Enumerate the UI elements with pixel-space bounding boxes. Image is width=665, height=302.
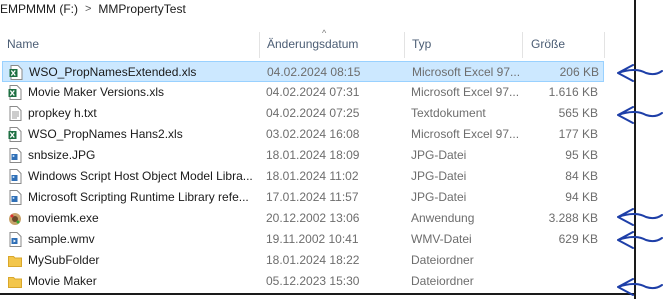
file-name: propkey h.txt: [28, 106, 97, 120]
file-size: 84 KB: [565, 169, 598, 183]
frame-border-bottom: [0, 293, 636, 295]
column-divider[interactable]: [259, 32, 260, 58]
file-type: Microsoft Excel 97...: [411, 85, 520, 99]
annotation-arrow-row-1: [610, 61, 665, 85]
file-date: 03.02.2024 16:08: [266, 127, 360, 141]
file-name: Windows Script Host Object Model Libra..…: [28, 169, 253, 183]
image-file-icon: [8, 148, 22, 163]
column-divider[interactable]: [522, 32, 523, 58]
file-name: Movie Maker: [28, 274, 97, 288]
file-row[interactable]: snbsize.JPG 18.01.2024 18:09 JPG-Datei 95 K…: [2, 145, 604, 166]
file-row[interactable]: Microsoft Scripting Runtime Library refe…: [2, 187, 604, 208]
file-name: sample.wmv: [28, 232, 95, 246]
application-icon: [8, 211, 22, 226]
breadcrumb-separator: >: [84, 3, 92, 15]
file-size: 206 KB: [559, 65, 599, 79]
file-name: Movie Maker Versions.xls: [28, 85, 165, 99]
file-name: Microsoft Scripting Runtime Library refe…: [28, 190, 249, 204]
file-date: 18.01.2024 18:22: [266, 253, 360, 267]
video-file-icon: [8, 232, 22, 247]
file-type: WMV-Datei: [411, 232, 472, 246]
column-header-type[interactable]: Typ: [412, 30, 520, 58]
column-divider[interactable]: [604, 32, 605, 58]
column-header-row: Name Änderungsdatum Typ Größe: [0, 30, 630, 58]
file-name: WSO_PropNamesExtended.xls: [29, 65, 197, 79]
file-row[interactable]: sample.wmv 19.11.2002 10:41 WMV-Datei 629 K…: [2, 229, 604, 250]
file-date: 04.02.2024 08:15: [267, 65, 361, 79]
file-type: JPG-Datei: [411, 148, 467, 162]
file-size: 565 KB: [558, 106, 598, 120]
file-name: WSO_PropNames Hans2.xls: [28, 127, 183, 141]
column-header-size[interactable]: Größe: [531, 30, 601, 58]
file-row[interactable]: moviemk.exe 20.12.2002 13:06 Anwendung 3.28…: [2, 208, 604, 229]
file-type: Microsoft Excel 97...: [412, 65, 521, 79]
address-bar: EMPMMM (F:) > MMPropertyTest: [0, 0, 665, 21]
file-size: 1.616 KB: [548, 85, 598, 99]
file-name: snbsize.JPG: [28, 148, 96, 162]
annotation-arrow-row-8: [610, 205, 665, 229]
file-size: 629 KB: [558, 232, 598, 246]
frame-border-right: [634, 0, 636, 299]
breadcrumb-folder[interactable]: MMPropertyTest: [98, 2, 185, 16]
image-file-icon: [8, 190, 22, 205]
file-date: 05.12.2023 15:30: [266, 274, 360, 288]
annotation-arrow-row-3: [610, 103, 665, 127]
file-name: moviemk.exe: [28, 211, 99, 225]
folder-icon: [8, 274, 22, 289]
file-date: 04.02.2024 07:31: [266, 85, 360, 99]
file-row[interactable]: MySubFolder 18.01.2024 18:22 Dateiordner: [2, 250, 604, 271]
file-row[interactable]: WSO_PropNamesExtended.xls 04.02.2024 08:1…: [2, 61, 604, 82]
file-date: 04.02.2024 07:25: [266, 106, 360, 120]
file-type: Dateiordner: [411, 253, 474, 267]
file-date: 18.01.2024 11:02: [266, 169, 359, 183]
file-type: Anwendung: [411, 211, 475, 225]
file-row[interactable]: Movie Maker Versions.xls 04.02.2024 07:31…: [2, 82, 604, 103]
file-row[interactable]: Windows Script Host Object Model Libra..…: [2, 166, 604, 187]
sort-ascending-icon: ^: [322, 28, 327, 38]
file-size: [526, 271, 598, 292]
file-type: JPG-Datei: [411, 169, 467, 183]
file-name: MySubFolder: [28, 253, 100, 267]
file-date: 18.01.2024 18:09: [266, 148, 360, 162]
image-file-icon: [8, 169, 22, 184]
file-type: Textdokument: [411, 106, 486, 120]
file-row[interactable]: Movie Maker 05.12.2023 15:30 Dateiordner: [2, 271, 604, 292]
text-file-icon: [8, 106, 22, 121]
excel-file-icon: [8, 127, 22, 142]
file-date: 20.12.2002 13:06: [266, 211, 360, 225]
breadcrumb: EMPMMM (F:) > MMPropertyTest: [0, 1, 186, 17]
breadcrumb-drive[interactable]: EMPMMM (F:): [0, 2, 78, 16]
file-row[interactable]: propkey h.txt 04.02.2024 07:25 Textdokumen…: [2, 103, 604, 124]
excel-file-icon: [9, 65, 23, 80]
file-type: JPG-Datei: [411, 190, 467, 204]
file-type: Microsoft Excel 97...: [411, 127, 520, 141]
file-date: 19.11.2002 10:41: [266, 232, 359, 246]
file-size: 95 KB: [565, 148, 598, 162]
file-row[interactable]: WSO_PropNames Hans2.xls 03.02.2024 16:08 M…: [2, 124, 604, 145]
file-type: Dateiordner: [411, 274, 474, 288]
column-divider[interactable]: [404, 32, 405, 58]
column-header-name[interactable]: Name: [7, 30, 257, 58]
annotation-arrow-row-11: [610, 275, 665, 299]
column-header-date[interactable]: Änderungsdatum: [267, 30, 402, 58]
excel-file-icon: [8, 85, 22, 100]
file-size: [526, 250, 598, 271]
file-date: 17.01.2024 11:57: [266, 190, 359, 204]
file-size: 94 KB: [565, 190, 598, 204]
folder-icon: [8, 253, 22, 268]
file-size: 177 KB: [558, 127, 598, 141]
file-size: 3.288 KB: [548, 211, 598, 225]
annotation-arrow-row-9: [610, 228, 665, 252]
